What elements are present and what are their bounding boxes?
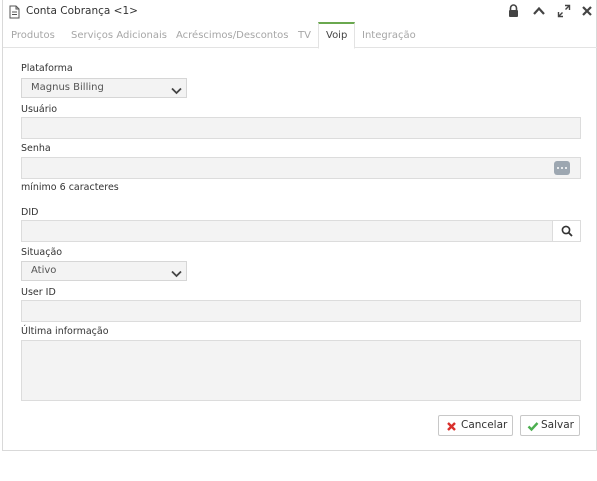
window-titlebar: Conta Cobrança <1> <box>3 0 597 23</box>
chevron-down-icon <box>171 267 182 285</box>
situacao-select[interactable]: Ativo <box>21 261 187 281</box>
user-id-input[interactable] <box>21 300 581 322</box>
senha-label: Senha <box>21 143 51 154</box>
more-options-icon[interactable] <box>554 161 570 175</box>
did-input[interactable] <box>21 220 581 242</box>
cancel-button[interactable]: Cancelar <box>438 415 513 436</box>
did-search-button[interactable] <box>552 221 580 241</box>
search-icon <box>561 225 573 237</box>
tab-acrescimos-descontos[interactable]: Acréscimos/Descontos <box>176 22 288 48</box>
did-label: DID <box>21 207 39 218</box>
window-title: Conta Cobrança <1> <box>26 5 138 17</box>
ultima-informacao-textarea[interactable] <box>21 340 581 401</box>
ultima-informacao-label: Última informação <box>21 326 109 337</box>
user-id-label: User ID <box>21 287 56 298</box>
tab-integracao[interactable]: Integração <box>362 22 416 48</box>
save-button[interactable]: Salvar <box>520 415 580 436</box>
senha-hint: mínimo 6 caracteres <box>21 182 119 193</box>
tab-tv[interactable]: TV <box>298 22 311 48</box>
cancel-x-icon <box>446 420 457 439</box>
usuario-label: Usuário <box>21 104 58 115</box>
save-label: Salvar <box>541 419 574 431</box>
close-icon[interactable] <box>580 4 594 18</box>
plataforma-value: Magnus Billing <box>31 82 104 93</box>
collapse-chevron-up-icon[interactable] <box>532 4 546 18</box>
check-icon <box>527 420 539 439</box>
usuario-input[interactable] <box>21 117 581 139</box>
conta-cobranca-window: Conta Cobrança <1> Produtos Serviços Adi… <box>2 0 597 451</box>
tab-voip[interactable]: Voip <box>318 22 356 49</box>
chevron-down-icon <box>171 84 182 102</box>
maximize-icon[interactable] <box>557 4 571 18</box>
tab-produtos[interactable]: Produtos <box>11 22 55 48</box>
plataforma-select[interactable]: Magnus Billing <box>21 78 187 98</box>
tab-bar: Produtos Serviços Adicionais Acréscimos/… <box>3 22 597 49</box>
senha-input[interactable] <box>21 157 581 179</box>
cancel-label: Cancelar <box>461 419 508 431</box>
tab-servicos-adicionais[interactable]: Serviços Adicionais <box>71 22 167 48</box>
document-icon <box>9 4 20 19</box>
situacao-label: Situação <box>21 247 63 258</box>
lock-icon[interactable] <box>507 4 521 18</box>
situacao-value: Ativo <box>31 265 57 276</box>
plataforma-label: Plataforma <box>21 63 73 74</box>
